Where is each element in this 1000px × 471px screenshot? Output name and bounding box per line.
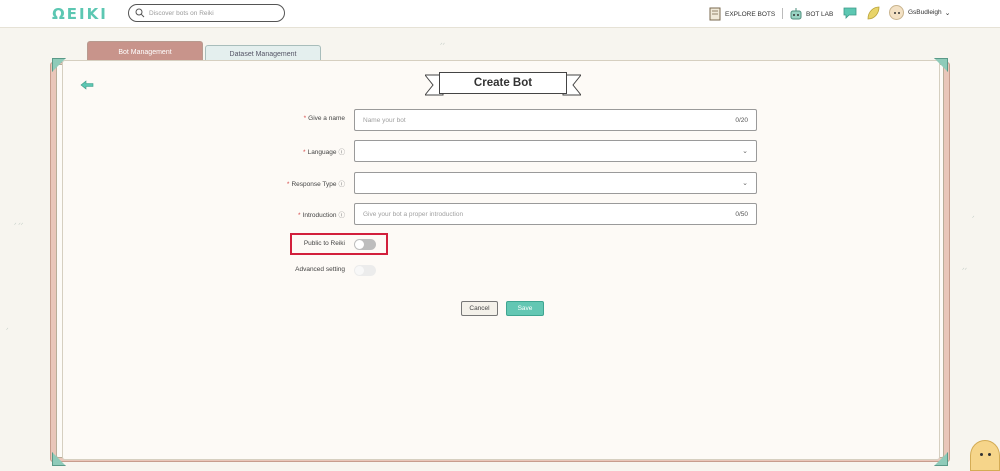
decor-grass: ᐟᐟ	[440, 43, 446, 49]
advanced-label-text: Advanced setting	[295, 266, 345, 273]
name-input[interactable]	[363, 116, 736, 124]
back-arrow-icon[interactable]	[80, 80, 94, 90]
tab-label: Bot Management	[118, 48, 172, 56]
robot-icon	[790, 8, 802, 20]
bot-lab-label: BOT LAB	[806, 10, 834, 18]
required-marker: *	[298, 212, 301, 219]
bot-lab-link[interactable]: BOT LAB	[789, 6, 833, 22]
search-icon	[135, 8, 145, 18]
introduction-label-text: Introduction	[302, 212, 337, 219]
reiki-logo[interactable]: ΩEIKI	[52, 5, 108, 23]
info-icon[interactable]: ⓘ	[339, 212, 346, 219]
user-menu[interactable]: GsBudleigh ⌄	[889, 5, 950, 20]
introduction-field[interactable]: 0/50	[354, 203, 757, 225]
decor-grass: ᐟ ᐟᐟ	[14, 223, 24, 229]
avatar	[889, 5, 904, 20]
decor-grass: ᐟᐟ	[962, 268, 968, 274]
top-bar: ΩEIKI EXPLORE BOTS BOT LAB GsBudleigh ⌄	[0, 0, 1000, 28]
tab-bot-management[interactable]: Bot Management	[87, 41, 203, 62]
info-icon[interactable]: ⓘ	[339, 181, 346, 188]
cancel-button[interactable]: Cancel	[461, 301, 498, 316]
language-select[interactable]: ⌄	[354, 140, 757, 162]
required-marker: *	[286, 181, 290, 188]
public-toggle[interactable]	[354, 239, 376, 250]
explore-bots-link[interactable]: EXPLORE BOTS	[708, 6, 775, 22]
tab-label: Dataset Management	[229, 50, 297, 58]
explore-bots-label: EXPLORE BOTS	[725, 10, 776, 18]
public-label-text: Public to Reiki	[303, 240, 345, 247]
required-marker: *	[303, 115, 307, 122]
advanced-toggle[interactable]	[354, 265, 376, 276]
response-type-label: * Response Type ⓘ	[235, 178, 345, 188]
username-label: GsBudleigh	[908, 9, 942, 16]
chevron-down-icon: ⌄	[944, 9, 951, 17]
advanced-label: Advanced setting	[235, 266, 345, 273]
chevron-down-icon: ⌄	[742, 148, 748, 155]
decor-grass: ᐟ	[972, 216, 975, 222]
introduction-char-counter: 0/50	[735, 210, 748, 218]
response-type-label-text: Response Type	[291, 181, 337, 188]
language-label-text: Language	[307, 149, 337, 156]
name-label-text: Give a name	[308, 115, 345, 122]
book-icon	[709, 7, 721, 21]
chat-icon[interactable]	[843, 6, 859, 20]
name-char-counter: 0/20	[735, 116, 748, 124]
public-label: Public to Reiki	[235, 240, 345, 247]
chevron-down-icon: ⌄	[742, 180, 748, 187]
response-type-select[interactable]: ⌄	[354, 172, 757, 194]
info-icon[interactable]: ⓘ	[339, 149, 346, 156]
leaf-icon[interactable]	[866, 5, 881, 21]
language-label: * Language ⓘ	[235, 146, 345, 156]
save-button[interactable]: Save	[506, 301, 544, 316]
name-label: * Give a name	[235, 115, 345, 122]
decor-grass: ᐟ	[6, 328, 9, 334]
name-field[interactable]: 0/20	[354, 109, 757, 131]
nav-divider	[782, 8, 783, 19]
page-title: Create Bot	[439, 72, 567, 94]
introduction-label: * Introduction ⓘ	[235, 209, 345, 219]
search-bar[interactable]	[128, 4, 285, 22]
introduction-input[interactable]	[363, 210, 736, 218]
mascot-avatar[interactable]	[970, 440, 1000, 471]
search-input[interactable]	[149, 9, 279, 17]
required-marker: *	[303, 149, 306, 156]
